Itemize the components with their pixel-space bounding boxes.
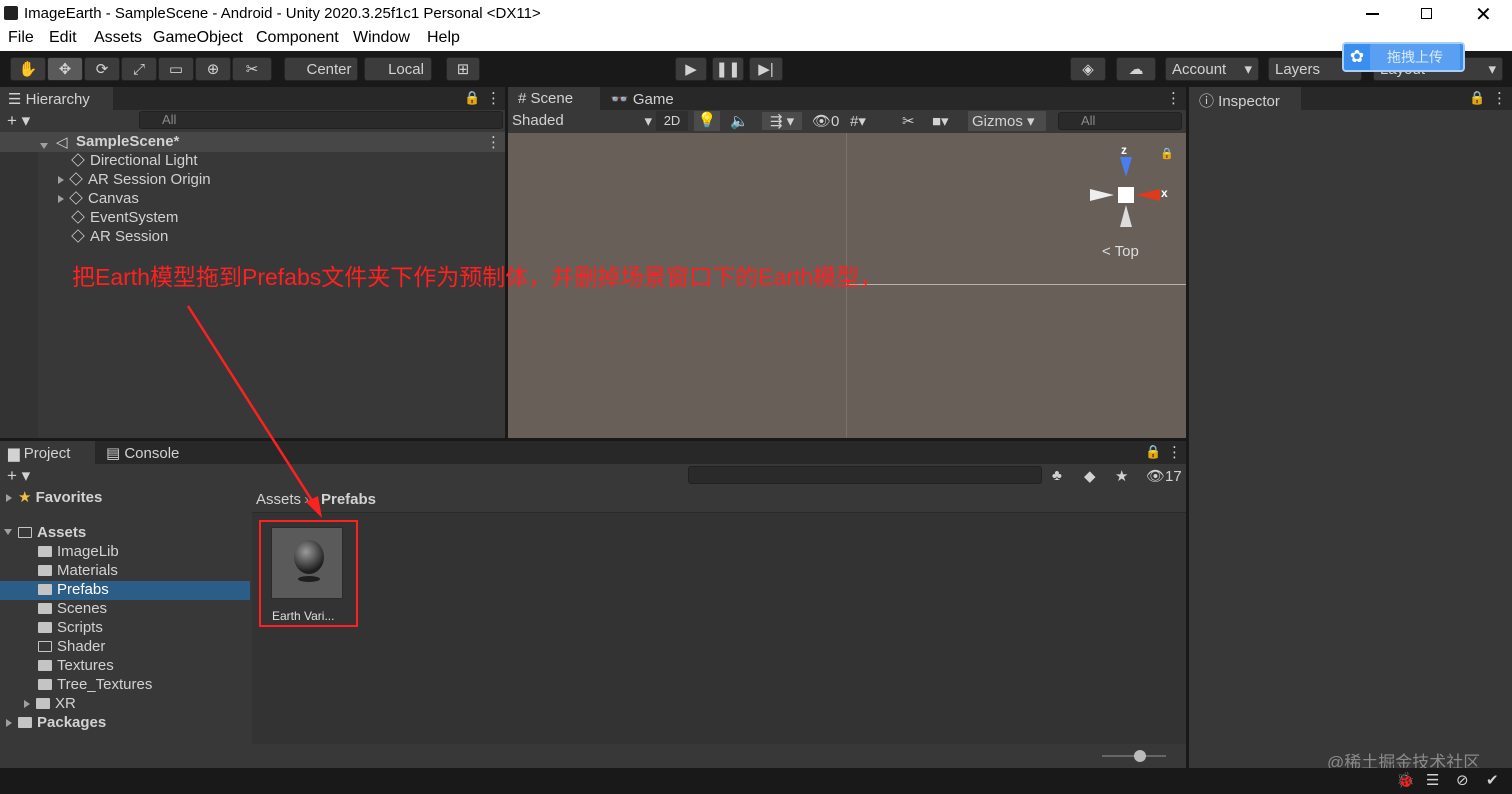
check-icon[interactable]: ✔	[1486, 771, 1499, 789]
status-bar: 🐞 ☰ ⊘ ✔	[0, 768, 1512, 794]
progress-icon[interactable]: ⊘	[1456, 771, 1469, 789]
annotation-arrow	[186, 305, 322, 518]
debug-icon[interactable]: 🐞	[1396, 771, 1415, 789]
database-icon[interactable]: ☰	[1426, 771, 1439, 789]
